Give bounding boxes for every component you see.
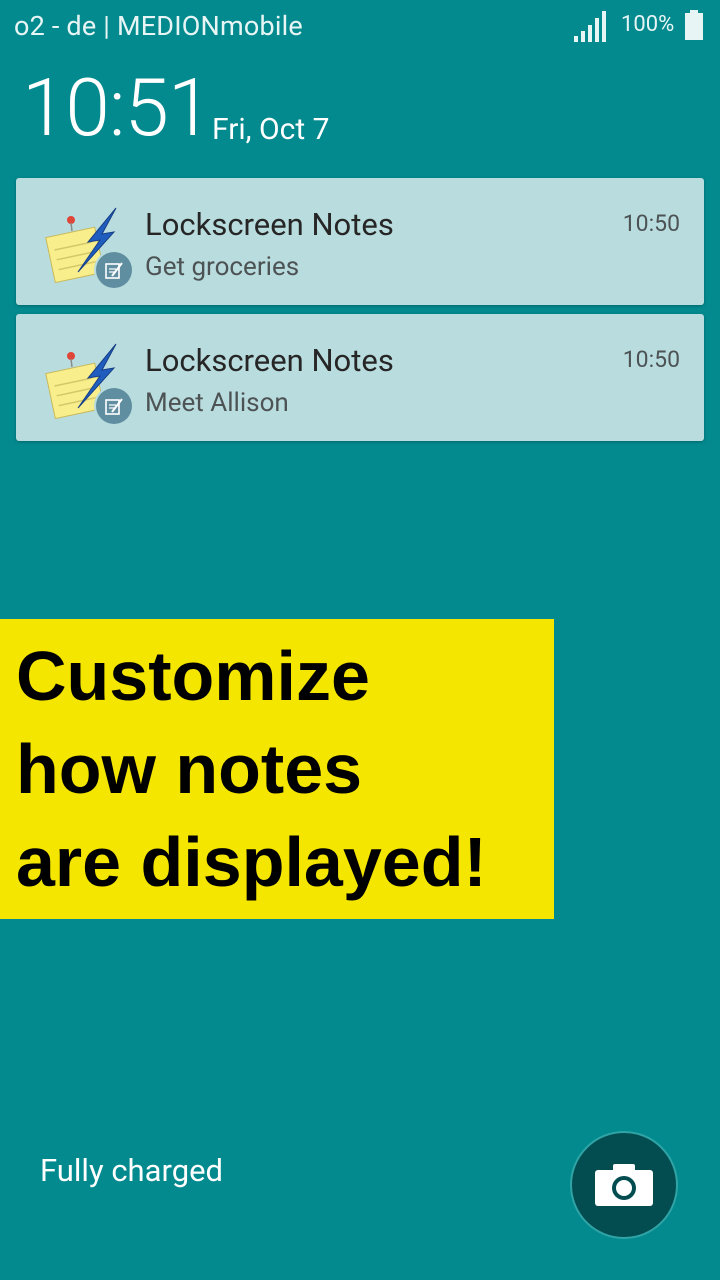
- signal-icon: [574, 11, 606, 42]
- notes-badge-icon: [96, 388, 132, 424]
- lockscreen-date: Fri, Oct 7: [212, 112, 330, 147]
- promo-line: how notes: [16, 730, 363, 808]
- notification-title: Lockscreen Notes: [145, 342, 394, 379]
- carrier-name: o2 - de | MEDIONmobile: [14, 10, 303, 42]
- lockscreen-clock: 10:51: [22, 61, 212, 155]
- notification-text: Meet Allison: [145, 388, 289, 418]
- notification-time: 10:50: [622, 346, 680, 373]
- notification-card[interactable]: Lockscreen Notes Get groceries 10:50: [16, 178, 704, 305]
- promo-line: are displayed!: [16, 823, 487, 901]
- status-bar: o2 - de | MEDIONmobile 100%: [0, 0, 720, 52]
- battery-percent: 100%: [621, 12, 675, 37]
- charging-status: Fully charged: [40, 1152, 224, 1189]
- battery-icon: [685, 10, 703, 40]
- notification-text: Get groceries: [145, 252, 300, 282]
- notification-card[interactable]: Lockscreen Notes Meet Allison 10:50: [16, 314, 704, 441]
- promo-line: Customize: [16, 637, 370, 715]
- notes-badge-icon: [96, 252, 132, 288]
- camera-button[interactable]: [570, 1131, 678, 1239]
- notification-title: Lockscreen Notes: [145, 206, 394, 243]
- promo-banner: Customize how notes are displayed!: [0, 619, 554, 919]
- camera-icon: [595, 1164, 653, 1206]
- notification-time: 10:50: [622, 210, 680, 237]
